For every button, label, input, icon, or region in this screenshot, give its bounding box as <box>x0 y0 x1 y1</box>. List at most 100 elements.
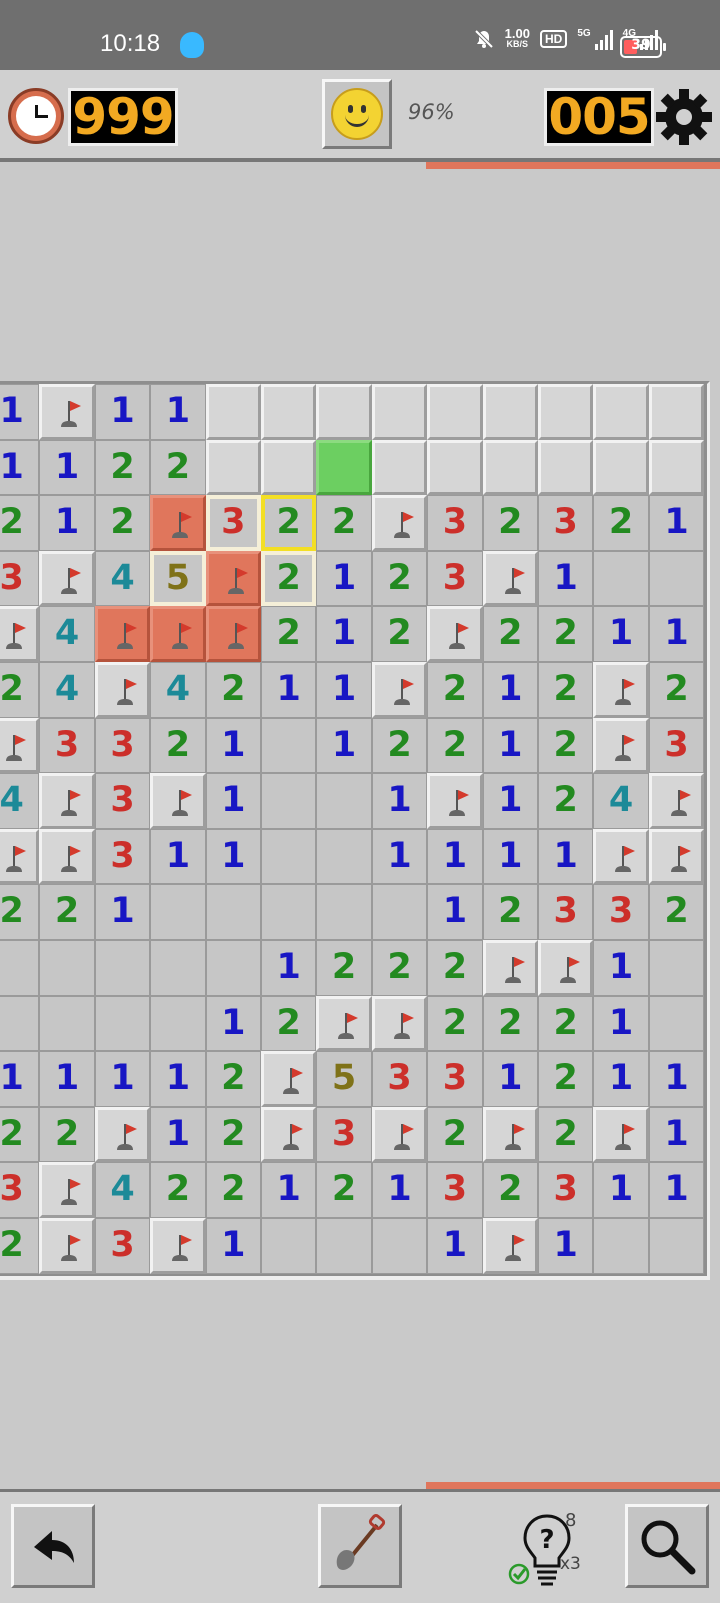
flagged-cell[interactable] <box>0 717 40 774</box>
hidden-cell[interactable] <box>482 439 538 496</box>
number-cell[interactable]: 3 <box>371 1051 428 1107</box>
number-cell[interactable]: 3 <box>538 495 594 551</box>
number-cell[interactable]: 2 <box>538 995 594 1052</box>
empty-cell[interactable] <box>261 828 317 885</box>
flagged-cell[interactable] <box>94 662 151 718</box>
number-cell[interactable]: 2 <box>482 495 538 551</box>
number-cell[interactable]: 2 <box>593 495 649 551</box>
number-cell[interactable]: 2 <box>0 1218 40 1274</box>
empty-cell[interactable] <box>316 1218 372 1274</box>
number-cell[interactable]: 1 <box>261 940 317 996</box>
flagged-cell[interactable] <box>427 773 483 829</box>
number-cell[interactable]: 1 <box>0 439 40 496</box>
number-cell[interactable]: 2 <box>0 495 40 551</box>
number-cell[interactable]: 2 <box>538 717 594 774</box>
number-cell[interactable]: 2 <box>205 1162 261 1218</box>
empty-cell[interactable] <box>150 940 206 996</box>
number-cell[interactable]: 1 <box>482 662 538 718</box>
number-cell[interactable]: 2 <box>0 662 40 718</box>
number-cell[interactable]: 2 <box>648 662 705 718</box>
empty-cell[interactable] <box>316 828 372 885</box>
number-cell[interactable]: 2 <box>0 884 40 940</box>
number-cell[interactable]: 2 <box>482 884 538 940</box>
number-cell[interactable]: 2 <box>316 940 372 996</box>
number-cell[interactable]: 1 <box>593 995 649 1052</box>
flagged-cell[interactable] <box>482 550 538 607</box>
hidden-cell[interactable] <box>261 439 317 496</box>
number-cell[interactable]: 1 <box>205 773 261 829</box>
flagged-cell[interactable] <box>39 384 95 440</box>
flagged-cell[interactable] <box>593 1106 649 1163</box>
number-cell[interactable]: 3 <box>538 1162 594 1218</box>
number-cell[interactable]: 1 <box>0 1051 40 1107</box>
hidden-cell[interactable] <box>261 384 317 440</box>
empty-cell[interactable] <box>648 995 705 1052</box>
flagged-cell[interactable] <box>371 495 428 551</box>
number-cell[interactable]: 1 <box>482 1051 538 1107</box>
flagged-cell[interactable] <box>648 828 705 885</box>
empty-cell[interactable] <box>371 884 428 940</box>
empty-cell[interactable] <box>39 940 95 996</box>
number-cell[interactable]: 1 <box>648 1051 705 1107</box>
empty-cell[interactable] <box>316 884 372 940</box>
number-cell[interactable]: 3 <box>427 495 483 551</box>
highlighted-hidden-cell[interactable] <box>316 439 372 496</box>
number-cell[interactable]: 2 <box>371 606 428 662</box>
number-cell[interactable]: 2 <box>427 940 483 996</box>
number-cell[interactable]: 2 <box>261 550 317 607</box>
number-cell[interactable]: 2 <box>94 439 151 496</box>
number-cell[interactable]: 1 <box>150 1106 206 1163</box>
number-cell[interactable]: 1 <box>150 384 206 440</box>
flagged-cell[interactable] <box>538 940 594 996</box>
number-cell[interactable]: 4 <box>593 773 649 829</box>
number-cell[interactable]: 3 <box>205 495 261 551</box>
flagged-cell[interactable] <box>150 773 206 829</box>
flagged-cell[interactable] <box>0 606 40 662</box>
empty-cell[interactable] <box>261 717 317 774</box>
number-cell[interactable]: 2 <box>427 662 483 718</box>
number-cell[interactable]: 4 <box>0 773 40 829</box>
flagged-cell[interactable] <box>39 773 95 829</box>
number-cell[interactable]: 1 <box>593 1162 649 1218</box>
number-cell[interactable]: 1 <box>538 1218 594 1274</box>
empty-cell[interactable] <box>150 884 206 940</box>
hidden-cell[interactable] <box>427 384 483 440</box>
number-cell[interactable]: 3 <box>0 1162 40 1218</box>
empty-cell[interactable] <box>0 940 40 996</box>
flagged-cell-highlighted[interactable] <box>150 495 206 551</box>
flagged-cell[interactable] <box>261 1106 317 1163</box>
number-cell[interactable]: 2 <box>538 1106 594 1163</box>
number-cell[interactable]: 5 <box>150 550 206 607</box>
number-cell[interactable]: 1 <box>205 1218 261 1274</box>
number-cell[interactable]: 2 <box>371 940 428 996</box>
hidden-cell[interactable] <box>427 439 483 496</box>
number-cell[interactable]: 2 <box>261 995 317 1052</box>
number-cell[interactable]: 4 <box>150 662 206 718</box>
flagged-cell[interactable] <box>261 1051 317 1107</box>
number-cell[interactable]: 1 <box>593 1051 649 1107</box>
number-cell[interactable]: 2 <box>150 1162 206 1218</box>
number-cell[interactable]: 2 <box>427 995 483 1052</box>
number-cell[interactable]: 2 <box>482 1162 538 1218</box>
empty-cell[interactable] <box>150 995 206 1052</box>
flagged-cell[interactable] <box>94 1106 151 1163</box>
flagged-cell[interactable] <box>371 995 428 1052</box>
number-cell[interactable]: 2 <box>482 606 538 662</box>
number-cell[interactable]: 2 <box>538 662 594 718</box>
number-cell[interactable]: 2 <box>371 550 428 607</box>
number-cell[interactable]: 1 <box>0 384 40 440</box>
number-cell[interactable]: 3 <box>648 717 705 774</box>
number-cell[interactable]: 1 <box>316 606 372 662</box>
dig-mode-button[interactable] <box>318 1504 402 1588</box>
flagged-cell[interactable] <box>482 1218 538 1274</box>
number-cell[interactable]: 1 <box>39 439 95 496</box>
number-cell[interactable]: 1 <box>205 828 261 885</box>
number-cell[interactable]: 3 <box>0 550 40 607</box>
flagged-cell[interactable] <box>648 773 705 829</box>
empty-cell[interactable] <box>648 1218 705 1274</box>
number-cell[interactable]: 1 <box>648 495 705 551</box>
minefield-grid[interactable]: 1111122212322323213452123142122211244211… <box>0 381 710 1280</box>
number-cell[interactable]: 1 <box>94 1051 151 1107</box>
number-cell[interactable]: 1 <box>39 1051 95 1107</box>
flagged-cell[interactable] <box>371 662 428 718</box>
